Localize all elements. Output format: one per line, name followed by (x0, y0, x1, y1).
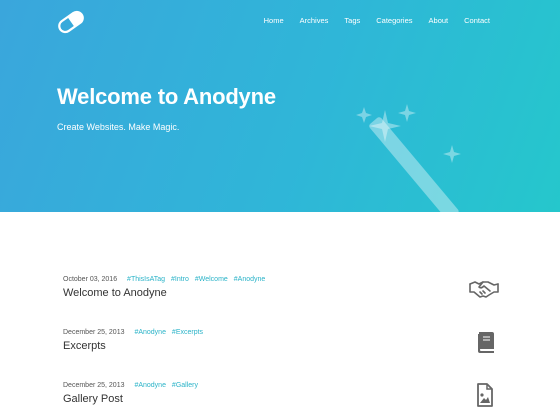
post-meta: December 25, 2013 #Anodyne #Excerpts (63, 328, 503, 338)
post-item: December 25, 2013 #Anodyne #Excerpts Exc… (63, 328, 503, 352)
post-title[interactable]: Excerpts (63, 340, 503, 352)
nav-contact[interactable]: Contact (464, 16, 490, 25)
handshake-icon (469, 281, 499, 298)
post-tag[interactable]: #Anodyne (134, 329, 166, 336)
book-icon (478, 332, 494, 353)
post-title[interactable]: Welcome to Anodyne (63, 287, 503, 299)
image-file-icon (477, 383, 493, 407)
post-date: October 03, 2016 (63, 276, 118, 283)
magic-wand-icon (356, 104, 461, 212)
nav-tags[interactable]: Tags (344, 16, 360, 25)
post-date: December 25, 2013 (63, 382, 125, 389)
post-item: October 03, 2016 #ThisIsATag #Intro #Wel… (63, 275, 503, 299)
post-tag[interactable]: #Intro (171, 276, 189, 283)
nav-home[interactable]: Home (264, 16, 284, 25)
post-tag[interactable]: #ThisIsATag (127, 276, 165, 283)
post-title[interactable]: Gallery Post (63, 393, 503, 405)
post-tag[interactable]: #Anodyne (134, 382, 166, 389)
main-nav: Home Archives Tags Categories About Cont… (264, 16, 490, 25)
post-tag[interactable]: #Gallery (172, 382, 198, 389)
nav-about[interactable]: About (429, 16, 449, 25)
post-tag[interactable]: #Anodyne (234, 276, 266, 283)
post-tag[interactable]: #Welcome (195, 276, 228, 283)
hero-banner: Home Archives Tags Categories About Cont… (0, 0, 560, 212)
hero-subtitle: Create Websites. Make Magic. (57, 122, 180, 132)
hero-title: Welcome to Anodyne (57, 84, 276, 109)
pill-icon[interactable] (56, 9, 86, 35)
nav-categories[interactable]: Categories (376, 16, 412, 25)
post-item: December 25, 2013 #Anodyne #Gallery Gall… (63, 381, 503, 405)
nav-archives[interactable]: Archives (300, 16, 329, 25)
post-meta: December 25, 2013 #Anodyne #Gallery (63, 381, 503, 391)
post-tag[interactable]: #Excerpts (172, 329, 203, 336)
post-meta: October 03, 2016 #ThisIsATag #Intro #Wel… (63, 275, 503, 285)
post-date: December 25, 2013 (63, 329, 125, 336)
